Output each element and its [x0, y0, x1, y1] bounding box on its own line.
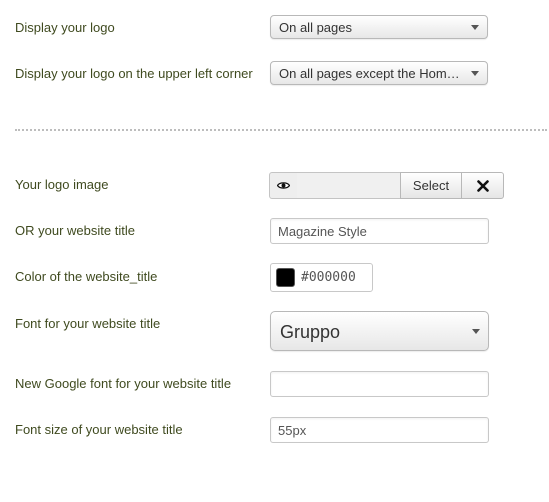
title-font-label: Font for your website title: [15, 316, 161, 331]
logo-upper-left-select-value: On all pages except the Hom…: [279, 66, 460, 81]
title-font-select[interactable]: Gruppo: [270, 311, 489, 351]
website-title-label: OR your website title: [15, 223, 135, 238]
website-title-input-value: Magazine Style: [278, 224, 367, 239]
title-color-picker[interactable]: #000000: [270, 263, 373, 292]
color-swatch[interactable]: [276, 268, 295, 287]
title-color-label: Color of the website_title: [15, 269, 158, 284]
chevron-down-icon: [472, 329, 480, 334]
logo-upper-left-select[interactable]: On all pages except the Hom…: [270, 61, 488, 85]
title-font-select-value: Gruppo: [280, 322, 341, 342]
clear-logo-button[interactable]: [461, 172, 504, 199]
close-icon: [476, 179, 489, 192]
display-logo-label: Display your logo: [15, 20, 115, 35]
display-logo-select[interactable]: On all pages: [270, 15, 488, 39]
website-title-input[interactable]: Magazine Style: [270, 218, 489, 244]
chevron-down-icon: [471, 71, 479, 76]
logo-upper-left-label: Display your logo on the upper left corn…: [15, 66, 253, 81]
title-font-size-input[interactable]: 55px: [270, 417, 489, 443]
section-divider: [15, 129, 547, 131]
select-logo-button[interactable]: Select: [400, 172, 462, 199]
logo-image-path-field[interactable]: [297, 172, 401, 199]
google-font-input[interactable]: [270, 371, 489, 397]
title-font-size-input-value: 55px: [278, 423, 307, 438]
chevron-down-icon: [471, 25, 479, 30]
eye-icon-glyph: [277, 182, 290, 189]
display-logo-select-value: On all pages: [279, 20, 352, 35]
logo-image-label: Your logo image: [15, 177, 109, 192]
title-color-value: #000000: [301, 270, 356, 285]
eye-icon[interactable]: [269, 172, 298, 199]
title-font-size-label: Font size of your website title: [15, 422, 183, 437]
google-font-label: New Google font for your website title: [15, 376, 232, 391]
logo-image-media-field: Select: [269, 172, 504, 199]
